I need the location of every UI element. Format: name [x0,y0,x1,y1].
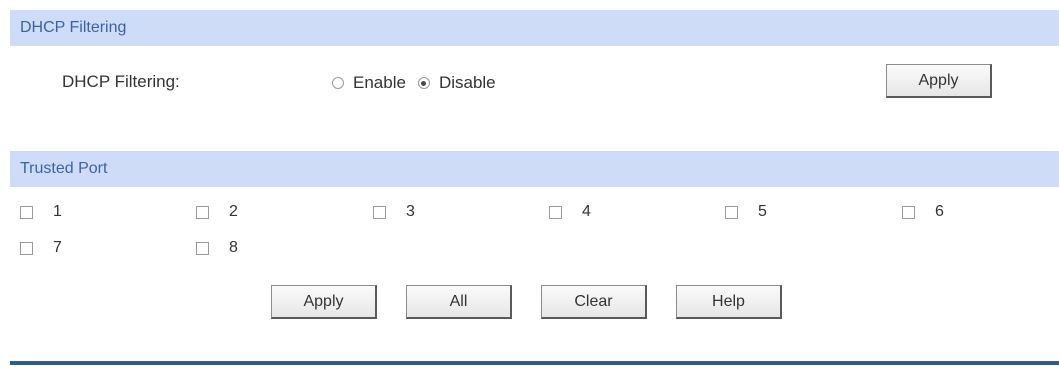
enable-radio[interactable] [332,77,344,89]
port-5-label: 5 [758,203,767,220]
port-6[interactable]: 6 [902,200,944,224]
dhcp-filtering-radio-group: Enable Disable [332,68,508,98]
bottom-divider [10,361,1059,365]
port-7-checkbox[interactable] [20,241,33,255]
port-8-checkbox[interactable] [196,241,209,255]
port-2[interactable]: 2 [196,200,238,224]
port-2-checkbox[interactable] [196,205,209,219]
port-3[interactable]: 3 [373,200,415,224]
port-1-checkbox[interactable] [20,205,33,219]
port-7[interactable]: 7 [20,236,62,260]
disable-radio[interactable] [417,77,430,89]
port-4[interactable]: 4 [549,200,591,224]
trusted-port-header: Trusted Port [10,151,1059,187]
port-8[interactable]: 8 [196,236,238,260]
port-1-label: 1 [53,203,62,220]
port-7-label: 7 [53,239,62,256]
dhcp-filtering-apply-button[interactable]: Apply [886,64,992,98]
port-6-label: 6 [935,203,944,220]
port-1[interactable]: 1 [20,200,62,224]
port-4-checkbox[interactable] [549,205,562,219]
disable-radio-label[interactable]: Disable [439,73,496,93]
port-2-label: 2 [229,203,238,220]
radio-selected-dot [421,80,427,86]
port-3-label: 3 [406,203,415,220]
port-5[interactable]: 5 [725,200,767,224]
port-8-label: 8 [229,239,238,256]
port-3-checkbox[interactable] [373,205,386,219]
dhcp-filtering-header: DHCP Filtering [10,10,1059,46]
enable-radio-label[interactable]: Enable [353,73,406,93]
port-4-label: 4 [582,203,591,220]
dhcp-filtering-label: DHCP Filtering: [62,72,180,91]
help-button[interactable]: Help [676,285,782,319]
clear-button[interactable]: Clear [541,285,647,319]
port-5-checkbox[interactable] [725,205,738,219]
trusted-port-apply-button[interactable]: Apply [271,285,377,319]
select-all-button[interactable]: All [406,285,512,319]
port-6-checkbox[interactable] [902,205,915,219]
